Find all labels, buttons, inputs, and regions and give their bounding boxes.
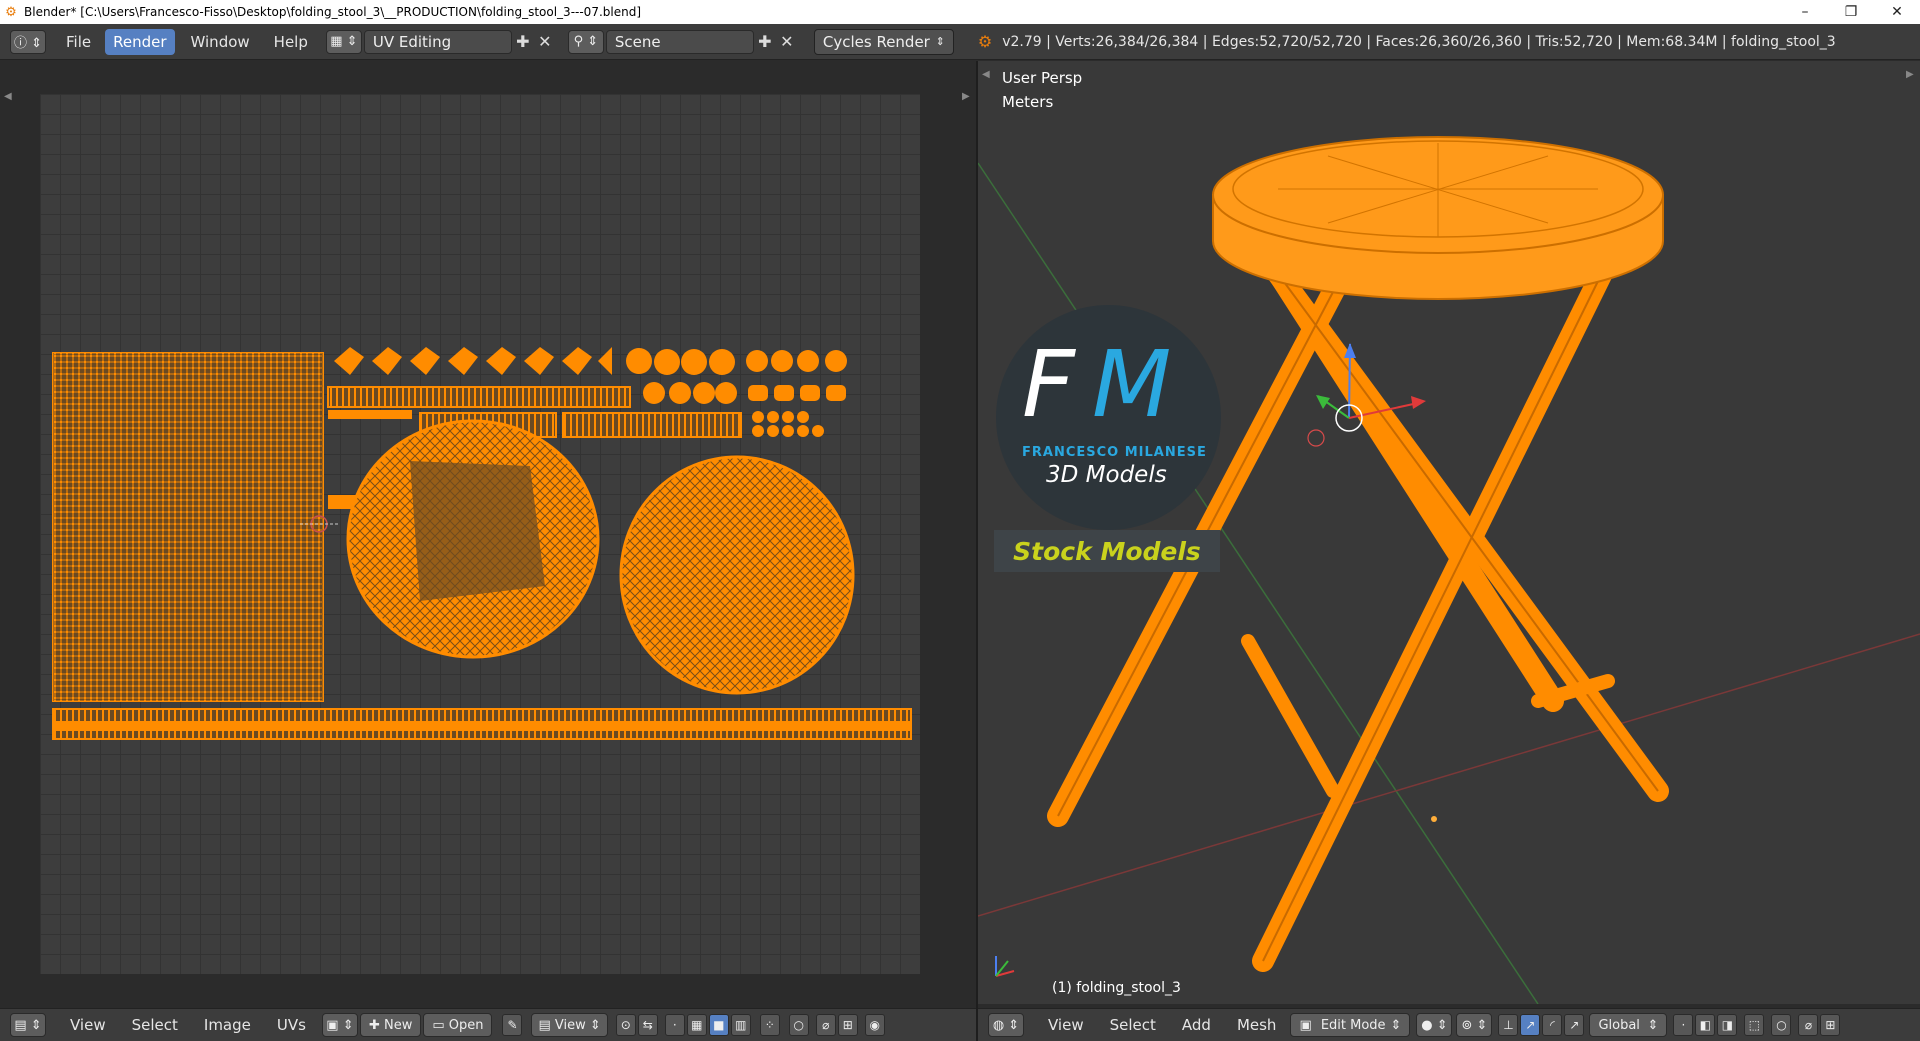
viewport-shading-icon[interactable]: ● ⇕ — [1416, 1013, 1453, 1037]
sync-selection-icon[interactable]: ⇆ — [637, 1014, 658, 1036]
snap-icon[interactable]: ⌀ — [815, 1014, 836, 1036]
delete-scene-icon[interactable]: ✕ — [776, 30, 798, 54]
mode-label: Edit Mode — [1320, 1017, 1386, 1033]
close-button[interactable]: ✕ — [1874, 0, 1920, 24]
uv-editor-header: ▤ ⇕ View Select Image UVs ▣ ⇕ ✚ New ▭ Op… — [0, 1008, 976, 1041]
delete-screen-icon[interactable]: ✕ — [534, 30, 556, 54]
editor-type-3d-icon[interactable]: ◍ ⇕ — [988, 1013, 1024, 1037]
snap-icon[interactable]: ⌀ — [1798, 1014, 1819, 1036]
window-titlebar: ⚙ Blender* [C:\Users\Francesco-Fisso\Des… — [0, 0, 1920, 24]
menu-render[interactable]: Render — [105, 28, 175, 55]
watermark-logo: F M FRANCESCO MILANESE 3D Models — [996, 305, 1221, 530]
uv-image-editor[interactable]: ◀ ▶ — [0, 61, 976, 1004]
stock-models-badge: Stock Models — [994, 530, 1220, 572]
region-toggle-icon[interactable]: ▶ — [1906, 69, 1914, 80]
new-image-button[interactable]: ✚ New — [359, 1013, 422, 1037]
view-mode-select[interactable]: ▤ View ⇕ — [531, 1013, 608, 1037]
window-title: Blender* [C:\Users\Francesco-Fisso\Deskt… — [24, 5, 642, 19]
translate-manipulator-icon[interactable]: ↗ — [1520, 1014, 1541, 1036]
region-toggle-icon[interactable]: ▶ — [962, 91, 970, 102]
pin-icon[interactable]: ✎ — [502, 1014, 523, 1036]
menu-file[interactable]: File — [58, 29, 99, 55]
image-browse-icon[interactable]: ▣ ⇕ — [321, 1013, 358, 1037]
mode-select[interactable]: ▣ Edit Mode ⇕ — [1290, 1013, 1411, 1037]
menu-help[interactable]: Help — [266, 29, 316, 55]
3d-view-header: ◍ ⇕ View Select Add Mesh ▣ Edit Mode ⇕ ● … — [978, 1008, 1920, 1041]
logo-brand: FRANCESCO MILANESE — [1022, 445, 1207, 460]
uv-menu-select[interactable]: Select — [122, 1016, 188, 1034]
occlude-geometry-icon[interactable]: ⬚ — [1744, 1014, 1765, 1036]
sticky-select-icon[interactable]: ⁘ — [759, 1014, 780, 1036]
minimize-button[interactable]: – — [1782, 0, 1828, 24]
orientation-label: Global — [1598, 1017, 1640, 1033]
face-select-icon[interactable]: ◨ — [1717, 1014, 1738, 1036]
open-image-label: Open — [448, 1017, 484, 1033]
snap-element-icon[interactable]: ⊞ — [837, 1014, 858, 1036]
uv-islands[interactable] — [0, 61, 976, 1004]
uv-menu-view[interactable]: View — [60, 1016, 116, 1034]
pivot-point-icon[interactable]: ⊚ ⇕ — [1456, 1013, 1493, 1037]
uv-island-disc — [619, 455, 855, 695]
add-screen-icon[interactable]: ✚ — [512, 30, 534, 54]
menu-window[interactable]: Window — [183, 29, 258, 55]
active-object-label: (1) folding_stool_3 — [1052, 980, 1181, 996]
origin-point — [1431, 816, 1437, 822]
island-select-icon[interactable]: ▥ — [730, 1014, 751, 1036]
pivot-icon[interactable]: ⊙ — [615, 1014, 636, 1036]
edge-select-icon[interactable]: ◧ — [1695, 1014, 1716, 1036]
blender-logo-icon: ⚙ — [977, 32, 993, 51]
logo-letter-f: F — [1022, 331, 1075, 438]
info-header: ⓘ ⇕ File Render Window Help ▦ ⇕ UV Editi… — [0, 24, 1920, 60]
region-toggle-icon[interactable]: ◀ — [982, 69, 990, 80]
snap-element-icon[interactable]: ⊞ — [1820, 1014, 1841, 1036]
uv-menu-uvs[interactable]: UVs — [267, 1016, 316, 1034]
editor-type-info-icon[interactable]: ⓘ ⇕ — [10, 29, 46, 54]
open-image-button[interactable]: ▭ Open — [423, 1013, 493, 1037]
screen-layout-icon[interactable]: ▦ ⇕ — [325, 29, 362, 54]
edge-select-icon[interactable]: ▦ — [686, 1014, 707, 1036]
view3d-menu-view[interactable]: View — [1038, 1016, 1094, 1034]
maximize-button[interactable]: ❐ — [1828, 0, 1874, 24]
vertex-select-icon[interactable]: · — [1673, 1014, 1694, 1036]
vertex-select-icon[interactable]: · — [664, 1014, 685, 1036]
render-engine-select[interactable]: Cycles Render ⇕ — [813, 28, 954, 55]
rotate-manipulator-icon[interactable]: ◜ — [1542, 1014, 1563, 1036]
manipulator-toggle-icon[interactable]: ⊥ — [1498, 1014, 1519, 1036]
view3d-menu-mesh[interactable]: Mesh — [1227, 1016, 1287, 1034]
view3d-menu-add[interactable]: Add — [1172, 1016, 1221, 1034]
proportional-edit-icon[interactable]: ○ — [788, 1014, 809, 1036]
logo-subtitle: 3D Models — [1046, 462, 1167, 488]
region-toggle-icon[interactable]: ◀ — [4, 91, 12, 102]
view-mode-label: View — [554, 1017, 586, 1033]
new-image-label: New — [383, 1017, 413, 1033]
scene-statistics: v2.79 | Verts:26,384/26,384 | Edges:52,7… — [1002, 33, 1836, 50]
dropdown-arrows-icon: ⇕ — [935, 35, 945, 48]
blender-logo-icon: ⚙ — [5, 4, 17, 20]
screen-layout-field[interactable]: UV Editing — [363, 29, 512, 54]
scene-field[interactable]: Scene — [605, 29, 754, 54]
render-engine-label: Cycles Render — [822, 32, 930, 51]
stool-crossbar — [1241, 634, 1340, 798]
scene-icon[interactable]: ⚲ ⇕ — [567, 29, 604, 54]
3d-cursor — [1307, 429, 1325, 447]
face-select-icon[interactable]: ■ — [708, 1014, 729, 1036]
orientation-select[interactable]: Global ⇕ — [1589, 1013, 1668, 1037]
proportional-edit-icon[interactable]: ○ — [1771, 1014, 1792, 1036]
logo-letter-m: M — [1092, 331, 1172, 438]
uv-menu-image[interactable]: Image — [194, 1016, 261, 1034]
scale-manipulator-icon[interactable]: ↗ — [1564, 1014, 1585, 1036]
scopes-icon[interactable]: ◉ — [864, 1014, 885, 1036]
add-scene-icon[interactable]: ✚ — [754, 30, 776, 54]
editor-type-image-icon[interactable]: ▤ ⇕ — [10, 1013, 46, 1037]
view3d-menu-select[interactable]: Select — [1100, 1016, 1166, 1034]
